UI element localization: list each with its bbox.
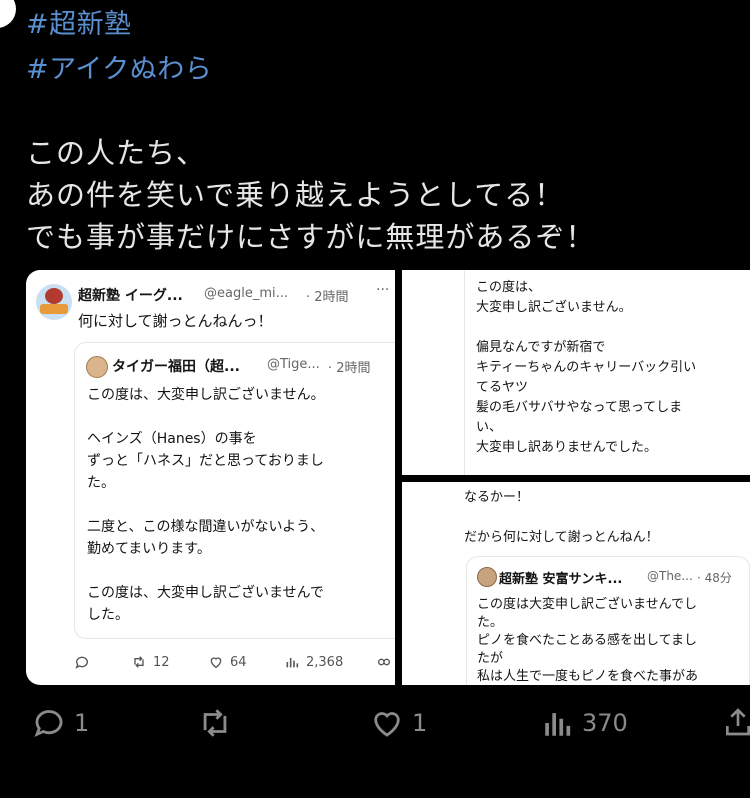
quoted-author-name: タイガー福田（超...: [112, 359, 240, 375]
views-count: 370: [582, 709, 628, 737]
retweet-button[interactable]: [197, 706, 233, 740]
tweet-text-line: この人たち、: [26, 136, 207, 170]
views-icon: [286, 658, 299, 668]
like-stat: 64: [208, 654, 247, 670]
post-text-line: てるヤツ: [476, 380, 529, 395]
author-name: 超新塾 イーグ...: [78, 288, 183, 304]
quoted-author-handle: @The...: [647, 569, 693, 583]
share-icon: [726, 708, 750, 736]
quoted-text-line: ずっと「ハネス」だと思っておりまし: [87, 453, 324, 469]
like-count: 64: [230, 654, 247, 670]
avatar: [477, 567, 497, 587]
retweet-count: 12: [153, 654, 170, 670]
quoted-text-line: 勤めてまいります。: [87, 541, 211, 557]
reply-icon: [74, 654, 90, 670]
quoted-author-name: 超新塾 安富サンキ...: [499, 572, 623, 587]
quoted-text-line: ヘインズ（Hanes）の事を: [87, 431, 257, 447]
post-text-line: 大変申し訳ありませんでした。: [476, 440, 657, 455]
quoted-text-line: たが: [477, 651, 504, 666]
quoted-text-line: この度は、大変申し訳ございません。: [87, 387, 325, 403]
views-icon: [545, 713, 571, 736]
quoted-text-line: ピノを食べたことある感を出してまし: [477, 633, 697, 648]
share-button[interactable]: [722, 704, 750, 740]
like-count: 1: [412, 709, 428, 737]
thread-divider: [464, 270, 465, 475]
tweet-text-line: でも事が事だけにさすがに無理があるぞ！: [26, 220, 596, 254]
quoted-post: タイガー福田（超... @Tige... · 2時間 この度は、大変申し訳ござい…: [74, 342, 395, 639]
quoted-text-line: この度は、大変申し訳ございませんで: [87, 585, 324, 601]
quoted-author-handle: @Tige...: [267, 357, 320, 372]
quoted-text-line: た。: [477, 615, 504, 630]
attached-image-bottom-right[interactable]: なるかー！ だから何に対して謝っとんねん！ 超新塾 安富サンキ... @The.…: [402, 482, 750, 685]
quoted-post-time: · 48分: [697, 571, 732, 585]
retweet-icon: [203, 709, 227, 737]
like-button[interactable]: 1: [370, 706, 427, 740]
reply-count: 1: [74, 709, 90, 737]
reply-button[interactable]: 1: [32, 706, 89, 740]
heart-icon: [374, 712, 400, 737]
quoted-post: 超新塾 安富サンキ... @The... · 48分 この度は大変申し訳ございま…: [466, 556, 750, 685]
retweet-icon: [134, 656, 144, 668]
quoted-text-line: た。: [87, 475, 115, 491]
more-icon: ···: [376, 282, 390, 298]
quoted-post-time: · 2時間: [328, 361, 371, 376]
post-time: · 2時間: [306, 290, 349, 305]
post-text-line: この度は、: [476, 280, 542, 295]
post-text-line: キティーちゃんのキャリーバック引い: [476, 360, 697, 375]
views-count: 2,368: [306, 654, 344, 670]
hashtag-link[interactable]: #アイクぬわら: [26, 47, 212, 86]
post-text-line: 偏見なんですが新宿で: [476, 340, 606, 355]
quoted-text-line: この度は大変申し訳ございませんでし: [477, 597, 697, 612]
views-stat: 2,368: [284, 654, 343, 670]
post-text-line: なるかー！: [464, 490, 530, 505]
avatar: [36, 284, 72, 320]
post-text-line: 大変申し訳ございません。: [476, 300, 632, 315]
hashtag-link[interactable]: #超新塾: [26, 2, 132, 41]
post-text-line: だから何に対して謝っとんねん！: [464, 530, 659, 545]
reply-icon: [34, 710, 63, 738]
views-button[interactable]: 370: [540, 706, 628, 740]
avatar: [86, 356, 108, 378]
tweet-text-line: あの件を笑いで乗り越えようとしてる！: [26, 178, 565, 212]
post-text-line: 髪の毛バサバサやなって思ってしま: [476, 400, 683, 415]
quoted-text-line: 二度と、この様な間違いがないよう、: [87, 519, 325, 535]
retweet-stat: 12: [131, 654, 170, 670]
post-text: 何に対して謝っとんねんっ！: [78, 312, 273, 330]
avatar[interactable]: [0, 0, 16, 28]
author-handle: @eagle_mi...: [204, 286, 288, 301]
quoted-text-line: した。: [87, 607, 129, 623]
share-icon: [376, 654, 392, 670]
attached-image-top-right[interactable]: この度は、 大変申し訳ございません。 偏見なんですが新宿で キティーちゃんのキャ…: [402, 270, 750, 475]
attached-image-left[interactable]: 超新塾 イーグ... @eagle_mi... · 2時間 ··· 何に対して謝…: [26, 270, 395, 685]
post-text-line: い、: [476, 420, 503, 435]
heart-icon: [210, 657, 222, 669]
quoted-text-line: 私は人生で一度もピノを食べた事があ: [477, 669, 699, 684]
